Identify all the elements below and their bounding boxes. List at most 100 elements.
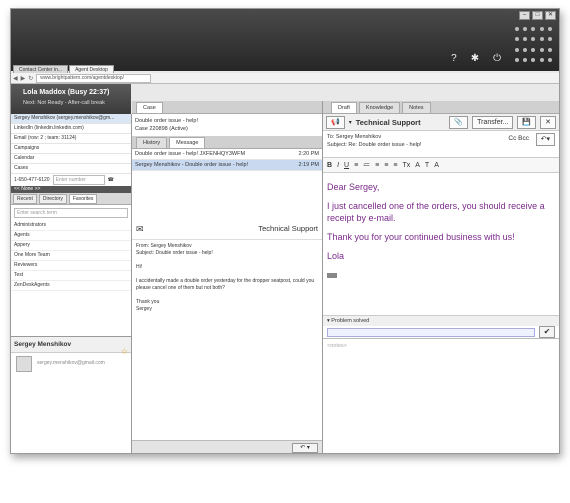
compose-paragraph: I just cancelled one of the orders, you … <box>327 201 545 223</box>
align-center-icon[interactable]: ≡ <box>384 162 388 169</box>
message-queue-title: Technical Support <box>258 224 318 233</box>
tree-item[interactable]: Agents <box>11 231 131 241</box>
cc-bcc-toggle[interactable]: Cc Bcc <box>508 135 529 143</box>
resolution-header: ▾ Problem solved <box>323 315 559 326</box>
message-from: From: Sergey Menshikov <box>136 243 192 249</box>
complete-button[interactable]: ✔ <box>539 326 555 338</box>
envelope-icon: ✉ <box>136 224 144 234</box>
draft-tabs: Draft Knowledge Notes <box>323 101 559 114</box>
agent-name: Lola Maddox (Busy 22:37) <box>23 89 110 96</box>
interaction-item[interactable]: Sergey Menshikov (sergey.menshikov@gm... <box>11 114 131 124</box>
message-greeting: Hi! <box>136 264 143 270</box>
recipient-block: To: Sergey Menshikov Subject: Re: Double… <box>323 131 559 157</box>
phone-icon[interactable]: ☎ <box>108 177 114 183</box>
queue-dropdown-icon[interactable]: ▾ <box>349 119 352 126</box>
header-icons: ? ✱ ⏻ <box>451 53 501 64</box>
bullet-list-icon[interactable]: ≡ <box>354 162 358 169</box>
case-tabs: Case <box>132 101 322 114</box>
transfer-button[interactable]: Transfer... <box>472 115 514 129</box>
tree-item[interactable]: ZenDeskAgents <box>11 281 131 291</box>
tab-directory[interactable]: Directory <box>38 193 67 204</box>
resolution-input[interactable] <box>327 327 535 337</box>
show-more-icon[interactable] <box>327 273 337 278</box>
minimize-button[interactable]: – <box>519 11 530 20</box>
tree-item[interactable]: Administrators <box>11 221 131 231</box>
forward-icon[interactable]: ▶ <box>21 75 26 82</box>
avatar <box>16 356 32 372</box>
tab-favorites[interactable]: Favorites <box>68 193 98 204</box>
save-icon[interactable]: 💾 <box>517 115 537 129</box>
back-icon[interactable]: ◀ <box>13 75 18 82</box>
message-subject: Subject: Double order issue - help! <box>136 250 213 256</box>
resolution-row: ✔ <box>323 326 559 339</box>
italic-icon[interactable]: I <box>337 162 339 169</box>
directory-search-input[interactable]: Enter search term <box>14 208 128 218</box>
message-header: ✉ Technical Support <box>132 221 322 240</box>
compose-greeting: Dear Sergey, <box>327 182 380 192</box>
service-selector[interactable]: << None >> <box>11 186 131 193</box>
help-icon[interactable]: ? <box>451 53 457 64</box>
font-size-icon[interactable]: A <box>415 162 420 169</box>
dial-input[interactable]: Enter number <box>52 175 105 185</box>
notes-field[interactable]: <notes> <box>323 339 559 353</box>
app-header: – □ ✕ ? ✱ ⏻ <box>11 9 559 71</box>
favorite-star-icon[interactable]: ☆ <box>121 347 128 356</box>
nav-item-calendar[interactable]: Calendar <box>11 154 131 164</box>
compose-signature: Lola <box>327 251 345 261</box>
history-row[interactable]: Sergey Menshikov - Double order issue - … <box>132 160 322 171</box>
text-size-icon[interactable]: T <box>425 162 429 169</box>
nav-item-cases[interactable]: Cases <box>11 164 131 174</box>
tab-notes[interactable]: Notes <box>402 102 431 113</box>
nav-item-campaigns[interactable]: Campaigns <box>11 144 131 154</box>
settings-icon[interactable]: ✱ <box>471 53 479 64</box>
history-time: 2:20 PM <box>298 151 319 157</box>
format-toolbar: B I U ≡ ≔ ≡ ≡ ≡ Tx A T A <box>323 157 559 173</box>
contact-email[interactable]: sergey.menshikov@gmail.com <box>37 360 105 366</box>
agent-bar: Lola Maddox (Busy 22:37) Next: Not Ready… <box>11 84 131 114</box>
resolution-label[interactable]: Problem solved <box>331 318 369 324</box>
tab-message[interactable]: Message <box>169 137 206 148</box>
interaction-item[interactable]: LinkedIn (linkedin.linkedin.com) <box>11 124 131 134</box>
agent-status[interactable]: Next: Not Ready - After-call break <box>23 100 105 106</box>
tab-knowledge[interactable]: Knowledge <box>358 102 401 113</box>
maximize-button[interactable]: □ <box>532 11 543 20</box>
tab-recent[interactable]: Recent <box>13 193 37 204</box>
url-field[interactable]: www.brightpattern.com/agentdesktop/ <box>36 73 152 83</box>
reload-icon[interactable]: ↻ <box>28 75 33 82</box>
history-spacer <box>132 171 322 221</box>
tree-item[interactable]: Appery <box>11 241 131 251</box>
tab-draft[interactable]: Draft <box>331 102 357 113</box>
bold-icon[interactable]: B <box>327 162 332 169</box>
underline-icon[interactable]: U <box>344 162 349 169</box>
close-window-button[interactable]: ✕ <box>545 11 556 20</box>
compose-editor[interactable]: Dear Sergey, I just cancelled one of the… <box>323 173 559 315</box>
font-color-icon[interactable]: A <box>434 162 439 169</box>
align-right-icon[interactable]: ≡ <box>393 162 397 169</box>
message-thanks: Thank you <box>136 299 160 305</box>
tree-item[interactable]: One More Team <box>11 251 131 261</box>
left-panel: Sergey Menshikov (sergey.menshikov@gm...… <box>11 114 132 453</box>
compose-paragraph: Thank you for your continued business wi… <box>327 232 515 242</box>
tree-item[interactable]: Test <box>11 271 131 281</box>
history-row[interactable]: Double order issue - help! JXFENHQY3WFM … <box>132 149 322 160</box>
tab-case[interactable]: Case <box>136 102 163 113</box>
tree-item[interactable]: Reviewers <box>11 261 131 271</box>
numbered-list-icon[interactable]: ≔ <box>363 161 370 169</box>
clear-format-icon[interactable]: Tx <box>402 162 410 169</box>
address-bar: ◀ ▶ ↻ www.brightpattern.com/agentdesktop… <box>11 73 559 84</box>
reply-button[interactable]: ↶ ▾ <box>292 443 318 453</box>
history-subject: Double order issue - help! JXFENHQY3WFM <box>135 151 246 157</box>
reply-options-icon[interactable]: ↶▾ <box>535 133 555 146</box>
power-icon[interactable]: ⏻ <box>493 53 501 64</box>
phone-number[interactable]: 1-650-477-6120 <box>14 177 50 183</box>
tab-history[interactable]: History <box>136 137 168 148</box>
align-left-icon[interactable]: ≡ <box>375 162 379 169</box>
queue-name[interactable]: Technical Support <box>356 118 446 127</box>
directory-tree: Administrators Agents Appery One More Te… <box>11 221 131 291</box>
megaphone-icon[interactable]: 📢 <box>326 115 345 129</box>
interaction-item[interactable]: Email (row: 2 ; team: 31124) <box>11 134 131 144</box>
close-icon[interactable]: ✕ <box>540 115 556 129</box>
attach-icon[interactable]: 📎 <box>449 115 469 129</box>
history-time: 2:19 PM <box>298 162 319 168</box>
case-number: Case 220898 (Active) <box>135 126 188 132</box>
